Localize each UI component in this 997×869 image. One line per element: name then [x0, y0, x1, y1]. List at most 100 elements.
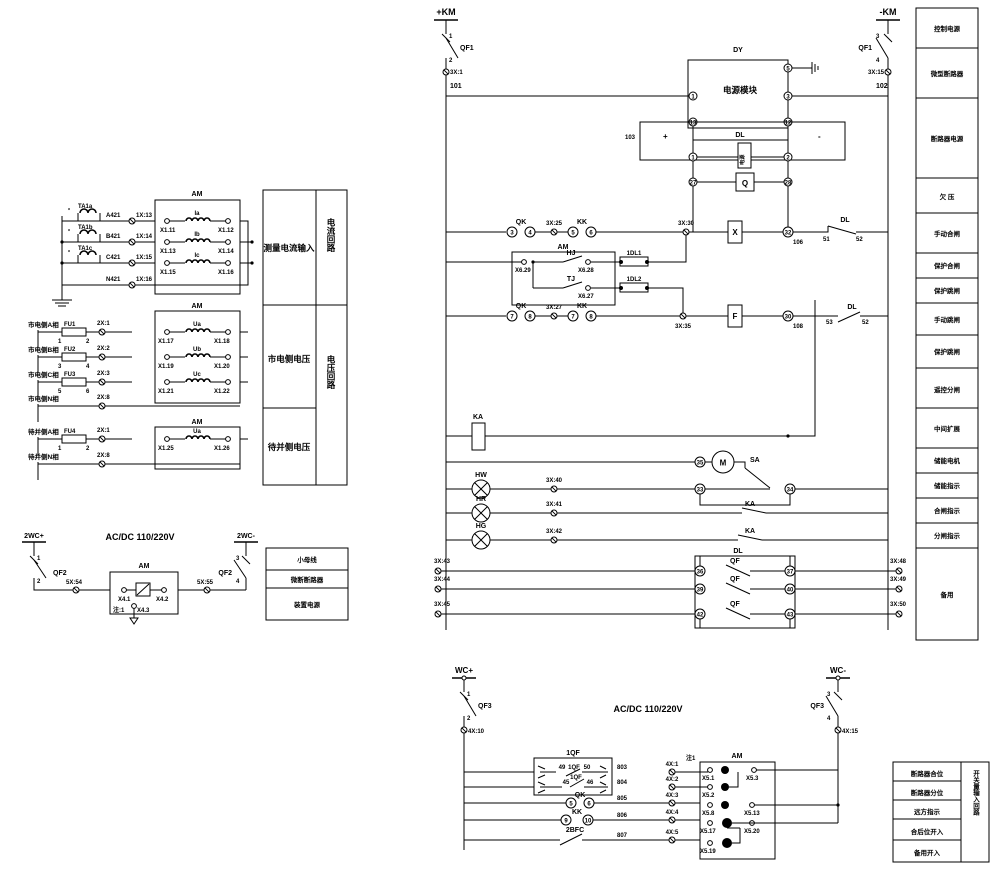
x1-21: X1.21	[158, 389, 174, 395]
resistor-1dl2	[619, 282, 649, 293]
bfc-label: 2BFC	[566, 827, 584, 834]
aux-row-1: 3X:43 36 QF 37 3X:48	[434, 556, 907, 577]
fuse-label-1: FU1	[64, 322, 76, 328]
fuse-label-2: FU2	[64, 347, 76, 353]
contact-53: 53	[826, 320, 833, 326]
term-4x5: 4X:5	[666, 830, 679, 836]
legend-mid-expand: 中间扩展	[934, 424, 961, 433]
term-3x42: 3X:42	[546, 529, 563, 535]
svg-text:*: *	[68, 229, 71, 235]
term-2x8: 2X:8	[97, 395, 110, 401]
aux-row-2: 3X:44 39 QF 40 3X:49	[434, 576, 907, 595]
term-2x1b: 2X:1	[97, 428, 110, 434]
bus-2wc-plus: 2WC+	[24, 533, 44, 540]
x1-18: X1.18	[214, 339, 230, 345]
legend-manual-close: 手动合闸	[934, 229, 961, 238]
legend-undervoltage: 欠 压	[940, 192, 955, 201]
x1-25: X1.25	[158, 446, 174, 452]
legend-post-close: 合后位开入	[910, 827, 944, 836]
pin-qf3-1: 1	[467, 692, 471, 698]
bus-2wc-minus: 2WC-	[237, 533, 256, 540]
lamp-hw-label: HW	[475, 472, 487, 479]
qf2-left-label: QF2	[53, 570, 67, 577]
legend-prot-trip: 保护跳闸	[933, 286, 961, 295]
hj-label: HJ	[567, 250, 576, 257]
qf-contact-2: QF	[730, 576, 740, 583]
legend-voltage-loop: 电压回路	[326, 354, 336, 390]
fuse4-pin-1: 1	[58, 446, 62, 452]
legend-micro-breaker: 微断断路器	[290, 575, 324, 584]
term-3x35: 3X:35	[675, 324, 692, 330]
qf1-right-label: QF1	[858, 45, 872, 52]
terminal-1x16[interactable]: N421 1X:16	[106, 277, 153, 289]
qk-label-trip: QK	[516, 303, 527, 310]
term-3x44: 3X:44	[434, 577, 451, 583]
am-power-label: AM	[139, 563, 150, 570]
x1-12: X1.12	[218, 228, 234, 234]
term-2x1: 2X:1	[97, 321, 110, 327]
legend-control-power: 控制电源	[934, 24, 961, 33]
qf3-left-label: QF3	[478, 703, 492, 710]
terminal-1x15[interactable]: C421 1X:15	[106, 255, 153, 267]
node-39: 39	[697, 588, 704, 594]
legend-measure-current: 测量电流输入	[263, 243, 315, 253]
legend-remote-ind: 远方指示	[914, 807, 941, 816]
kk-di-pin-10: 10	[585, 819, 592, 825]
ct-ta1b: * TA1b	[62, 225, 101, 243]
wire-805: 805	[617, 796, 628, 802]
terminal-1x14[interactable]: B421 1X:14	[106, 234, 153, 246]
qf-pin-45: 45	[563, 780, 570, 786]
x5-2: X5.2	[702, 793, 715, 799]
coil-x-label: X	[732, 228, 738, 237]
pin-qf1-2: 2	[449, 58, 453, 64]
wire-a421: A421	[106, 213, 121, 219]
lamp-hg-label: HG	[476, 523, 487, 530]
sync-label-a: 待并侧A相	[28, 427, 59, 436]
kk-label-close: KK	[577, 219, 587, 226]
legend-grid-voltage: 市电侧电压	[268, 354, 311, 364]
qf2-right-label: QF2	[218, 570, 232, 577]
term-3x40: 3X:40	[546, 478, 563, 484]
legend-close-ind: 合闸指示	[933, 506, 961, 515]
term-4x2: 4X:2	[666, 777, 679, 783]
sync-label-n: 待并侧N相	[28, 452, 59, 461]
node-37: 37	[787, 570, 794, 576]
ct-label-a: TA1a	[78, 204, 93, 210]
fuse-pin-2: 2	[86, 339, 90, 345]
term-1x15: 1X:15	[136, 255, 153, 261]
x1-13: X1.13	[160, 249, 176, 255]
qf-inner-2: 1QF	[570, 775, 582, 781]
x5-1: X5.1	[702, 776, 715, 782]
term-2x2: 2X:2	[97, 346, 110, 352]
legend-remote-trip: 遥控分闸	[934, 385, 961, 394]
am-coil-ua: Ua X1.17 X1.18	[158, 322, 231, 345]
legend-charge-ind: 储能指示	[933, 481, 961, 490]
sync-src-n: 待并侧N相 2X:8	[28, 452, 240, 480]
legend-manual-trip: 手动跳闸	[934, 315, 961, 324]
pin-qf2-2: 2	[37, 579, 41, 585]
coil-ic-label: Ic	[194, 253, 200, 259]
term-2x8b: 2X:8	[97, 453, 110, 459]
fuse-fu2	[61, 352, 87, 362]
am-current-label: AM	[192, 191, 203, 198]
q-label: Q	[742, 179, 748, 188]
lamp-hw: HW 3X:40	[446, 472, 695, 499]
lamp-hr-label: HR	[476, 496, 486, 503]
wire-806: 806	[617, 813, 628, 819]
legend-prot-trip-2: 保护跳闸	[933, 347, 961, 356]
vsrc-label-b: 市电侧B相	[28, 345, 59, 354]
node-34: 34	[787, 488, 794, 494]
wire-804: 804	[617, 780, 628, 786]
bus-wc-minus: WC-	[830, 666, 846, 675]
x1-20: X1.20	[214, 364, 230, 370]
node-35: 35	[697, 461, 704, 467]
vsrc-n: 市电侧N相 2X:8	[28, 394, 240, 422]
x1-26: X1.26	[214, 446, 230, 452]
term-4x1: 4X:1	[666, 762, 679, 768]
wire-b421: B421	[106, 234, 121, 240]
dl-bottom-label: DL	[733, 548, 743, 555]
vsrc-a: 市电侧A相 FU1 1 2 2X:1	[28, 320, 132, 348]
tj-label: TJ	[567, 276, 575, 283]
qf3-right-label: QF3	[810, 703, 824, 710]
terminal-1x13[interactable]: A421 1X:13	[106, 213, 153, 225]
